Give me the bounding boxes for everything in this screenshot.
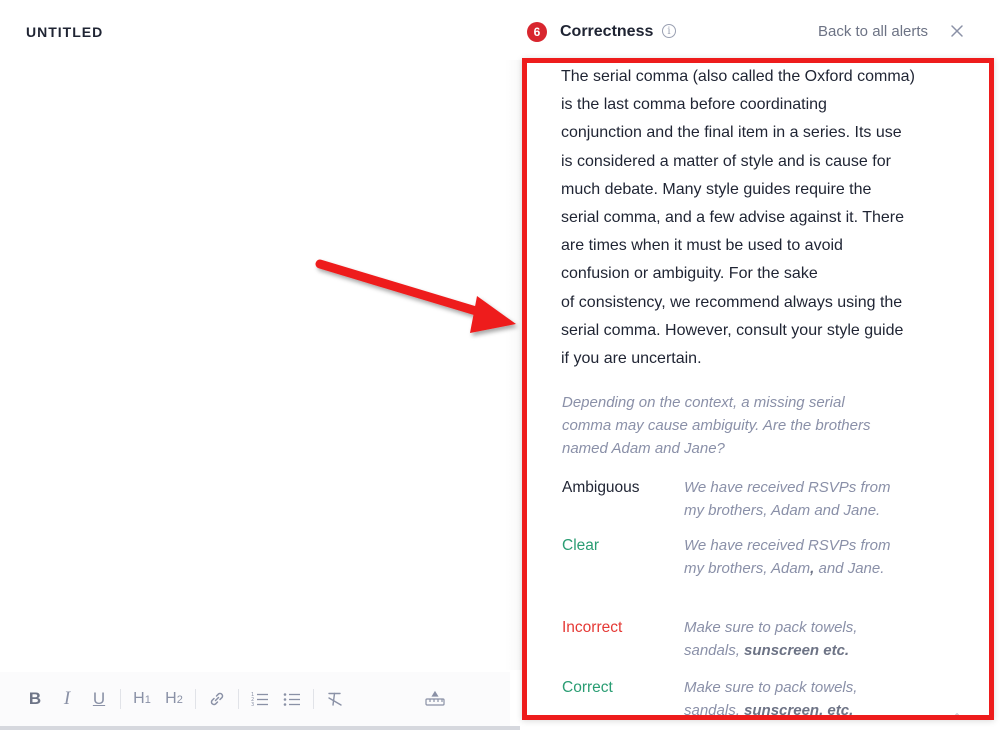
svg-text:3: 3	[251, 702, 254, 708]
example-intro-line: comma may cause ambiguity. Are the broth…	[562, 417, 871, 434]
bold-button[interactable]: B	[24, 686, 46, 712]
scroll-up-icon[interactable]: ⌃	[952, 711, 962, 715]
example-intro-line: named Adam and Jane?	[562, 440, 725, 457]
highlighted-phrase: sunscreen, etc.	[744, 702, 854, 719]
example-sentence-correct: Make sure to pack towels, sandals, sunsc…	[684, 676, 924, 719]
example-line: sandals,	[684, 642, 745, 659]
explanation-text: The serial comma (also called the Oxford…	[561, 63, 933, 373]
example-line: my brothers, Adam and Jane.	[684, 502, 881, 519]
explanation-line: are times when it must be used to avoid	[561, 237, 843, 255]
explanation-line: is the last comma before coordinating	[561, 96, 827, 114]
heading-2-level: 2	[176, 694, 183, 706]
heading-1-button[interactable]: H1	[131, 686, 153, 712]
back-to-alerts-link[interactable]: Back to all alerts	[818, 23, 928, 40]
ruler-button[interactable]	[424, 686, 446, 712]
underline-button[interactable]: U	[88, 686, 110, 712]
toolbar-divider	[120, 689, 121, 709]
example-line: my brothers, Adam	[684, 560, 811, 577]
example-intro-line: Depending on the context, a missing seri…	[562, 394, 845, 411]
numbered-list-icon: 123	[251, 692, 268, 708]
info-icon[interactable]: i	[662, 24, 676, 38]
example-label-ambiguous: Ambiguous	[562, 479, 640, 496]
explanation-line: is considered a matter of style and is c…	[561, 152, 891, 170]
close-icon[interactable]	[948, 22, 966, 40]
toolbar-divider	[195, 689, 196, 709]
heading-2-button[interactable]: H2	[163, 686, 185, 712]
explanation-line: The serial comma (also called the Oxford…	[561, 68, 915, 85]
example-intro: Depending on the context, a missing seri…	[562, 391, 922, 460]
example-sentence-incorrect: Make sure to pack towels, sandals, sunsc…	[684, 616, 924, 662]
example-label-incorrect: Incorrect	[562, 619, 623, 636]
explanation-line: of consistency, we recommend always usin…	[561, 293, 903, 311]
example-line: Make sure to pack towels,	[684, 679, 858, 696]
example-sentence-clear: We have received RSVPs from my brothers,…	[684, 534, 924, 580]
editor-bottom-border	[0, 726, 520, 730]
example-line: sandals,	[684, 702, 745, 719]
example-line: and Jane.	[814, 560, 885, 577]
explanation-line: conjunction and the final item in a seri…	[561, 124, 902, 142]
heading-1-level: 1	[144, 694, 151, 706]
format-toolbar: B I U H1 H2 123	[0, 672, 510, 726]
link-button[interactable]	[206, 686, 228, 712]
explanation-line: serial comma, and a few advise against i…	[561, 209, 904, 227]
example-line: Make sure to pack towels,	[684, 619, 858, 636]
heading-2-label: H	[165, 690, 177, 707]
example-line: We have received RSVPs from	[684, 537, 891, 554]
link-icon	[210, 692, 224, 706]
document-title[interactable]: UNTITLED	[26, 24, 103, 40]
bulleted-list-icon	[283, 693, 300, 706]
example-label-correct: Correct	[562, 679, 613, 696]
bulleted-list-button[interactable]	[281, 686, 303, 712]
alert-count-badge: 6	[527, 22, 547, 42]
toolbar-divider	[238, 689, 239, 709]
explanation-line: confusion or ambiguity. For the sake	[561, 265, 818, 283]
explanation-line: serial comma. However, consult your styl…	[561, 321, 904, 339]
alert-detail-card: The serial comma (also called the Oxford…	[522, 58, 994, 720]
explanation-line: much debate. Many style guides require t…	[561, 180, 872, 198]
clear-format-icon	[328, 692, 342, 706]
panel-title: Correctness	[560, 23, 654, 40]
ruler-icon	[425, 690, 445, 706]
example-line: We have received RSVPs from	[684, 479, 891, 496]
example-label-clear: Clear	[562, 537, 600, 554]
toolbar-divider	[313, 689, 314, 709]
example-sentence-ambiguous: We have received RSVPs from my brothers,…	[684, 476, 924, 522]
italic-button[interactable]: I	[56, 686, 78, 712]
clear-format-button[interactable]	[324, 686, 346, 712]
numbered-list-button[interactable]: 123	[249, 686, 271, 712]
heading-1-label: H	[133, 690, 145, 707]
highlighted-phrase: sunscreen etc.	[744, 642, 850, 659]
explanation-line: if you are uncertain.	[561, 350, 702, 368]
